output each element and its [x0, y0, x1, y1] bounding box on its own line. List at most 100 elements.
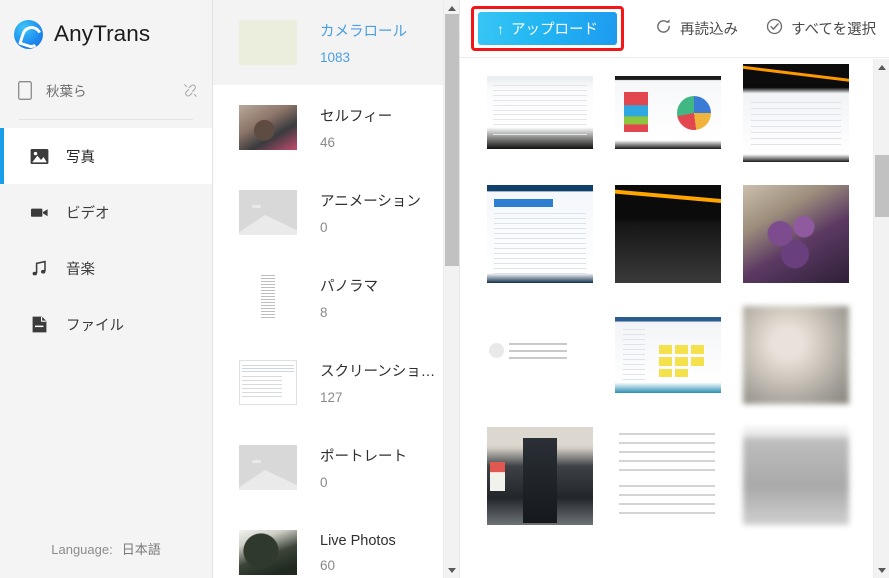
photo-thumbnail[interactable]: [743, 184, 849, 283]
toolbar: ↑ アップロード 再読込み すべてを選択: [460, 0, 889, 58]
photo-grid-cell[interactable]: [487, 173, 593, 294]
photo-thumbnail[interactable]: [487, 426, 593, 525]
music-note-icon: [30, 259, 49, 278]
photo-grid: [460, 59, 873, 578]
photo-grid-cell[interactable]: [743, 294, 849, 415]
album-meta: パノラマ 8: [320, 275, 378, 320]
photo-thumbnail[interactable]: [487, 76, 593, 149]
upload-button-label: アップロード: [511, 22, 598, 38]
brand-name: AnyTrans: [54, 21, 151, 46]
reload-button[interactable]: 再読込み: [655, 18, 738, 40]
album-thumbnail: [239, 530, 297, 575]
photo-grid-cell[interactable]: [487, 59, 593, 173]
album-count: 46: [320, 135, 336, 150]
language-value: 日本語: [121, 542, 161, 557]
unlink-icon[interactable]: [183, 83, 198, 98]
album-count: 127: [320, 390, 343, 405]
photo-thumbnail[interactable]: [615, 316, 721, 393]
album-thumbnail: [239, 445, 297, 490]
language-selector[interactable]: Language: 日本語: [0, 539, 212, 558]
sidebar-item-label: 音楽: [66, 261, 95, 278]
photo-grid-cell[interactable]: [743, 536, 849, 578]
upload-button[interactable]: ↑ アップロード: [478, 12, 617, 45]
sidebar-nav: 写真 ビデオ 音楽 ファイル: [0, 128, 212, 352]
photo-grid-cell[interactable]: [743, 59, 849, 173]
album-meta: Live Photos 60: [320, 533, 396, 573]
check-circle-icon: [766, 18, 783, 40]
album-scrollbar-thumb[interactable]: [445, 14, 459, 266]
album-scrollbar[interactable]: [443, 0, 459, 578]
album-count: 60: [320, 557, 336, 573]
photo-grid-scrollbar[interactable]: [873, 59, 889, 578]
scroll-up-arrow-icon[interactable]: [874, 59, 889, 75]
album-panel: カメラロール 1083 セルフィー 46 アニメーション 0 パノラマ 8 スクリーンショ… 12…: [213, 0, 460, 578]
album-title: パノラマ: [320, 279, 378, 295]
photo-grid-cell[interactable]: [487, 536, 593, 578]
sidebar-item-music[interactable]: 音楽: [0, 240, 212, 296]
album-thumbnail: [239, 360, 297, 405]
photo-thumbnail[interactable]: [615, 184, 721, 283]
album-count: 1083: [320, 50, 351, 65]
device-row[interactable]: 秋葉ら: [0, 68, 212, 112]
album-item[interactable]: Live Photos 60: [213, 510, 443, 578]
photo-grid-cell[interactable]: [743, 415, 849, 536]
photo-grid-cell[interactable]: [615, 59, 721, 173]
sidebar: AnyTrans 秋葉ら 写真 ビデオ 音楽 ファイル Language: 日本…: [0, 0, 213, 578]
album-thumbnail: [239, 20, 297, 65]
album-meta: スクリーンショ… 127: [320, 360, 435, 405]
album-count: 0: [320, 220, 328, 235]
upload-button-wrapper: ↑ アップロード: [468, 4, 627, 53]
album-item[interactable]: ポートレート 0: [213, 425, 443, 510]
album-meta: セルフィー 46: [320, 105, 392, 150]
sidebar-item-videos[interactable]: ビデオ: [0, 184, 212, 240]
photo-thumbnail[interactable]: [743, 426, 849, 525]
sidebar-item-label: ファイル: [66, 317, 124, 334]
photo-grid-cell[interactable]: [743, 173, 849, 294]
photo-thumbnail[interactable]: [743, 305, 849, 404]
sidebar-divider: [19, 119, 193, 120]
album-item[interactable]: パノラマ 8: [213, 255, 443, 340]
select-all-button[interactable]: すべてを選択: [766, 18, 876, 40]
photo-grid-scrollbar-thumb[interactable]: [875, 155, 889, 217]
language-label: Language:: [51, 542, 113, 557]
album-item[interactable]: カメラロール 1083: [213, 0, 443, 85]
album-title: スクリーンショ…: [320, 364, 436, 380]
reload-label: 再読込み: [680, 22, 738, 38]
photo-grid-cell[interactable]: [487, 294, 593, 415]
album-title: セルフィー: [320, 109, 393, 125]
sidebar-item-label: ビデオ: [66, 205, 110, 222]
album-count: 0: [320, 475, 328, 490]
upload-arrow-icon: ↑: [497, 20, 504, 37]
photo-grid-cell[interactable]: [615, 536, 721, 578]
video-camera-icon: [30, 203, 49, 222]
sidebar-item-files[interactable]: ファイル: [0, 296, 212, 352]
album-thumbnail: [239, 190, 297, 235]
album-meta: アニメーション 0: [320, 190, 421, 235]
main-panel: ↑ アップロード 再読込み すべてを選択: [460, 0, 889, 578]
album-title: アニメーション: [320, 194, 421, 210]
album-title: カメラロール: [320, 24, 407, 40]
file-document-icon: [30, 315, 49, 334]
album-thumbnail: [239, 105, 297, 150]
sidebar-item-photos[interactable]: 写真: [0, 128, 212, 184]
album-count: 8: [320, 305, 328, 320]
photo-thumbnail[interactable]: [743, 63, 849, 162]
album-item[interactable]: セルフィー 46: [213, 85, 443, 170]
select-all-label: すべてを選択: [791, 22, 877, 38]
photo-grid-cell[interactable]: [615, 173, 721, 294]
photo-thumbnail[interactable]: [615, 76, 721, 149]
photo-thumbnail[interactable]: [487, 339, 593, 370]
album-item[interactable]: スクリーンショ… 127: [213, 340, 443, 425]
album-title: Live Photos: [320, 532, 396, 549]
scroll-down-arrow-icon[interactable]: [444, 562, 459, 578]
photo-thumbnail[interactable]: [487, 184, 593, 283]
scroll-down-arrow-icon[interactable]: [874, 562, 889, 578]
device-name: 秋葉ら: [46, 84, 87, 99]
photo-grid-cell[interactable]: [615, 294, 721, 415]
album-item[interactable]: アニメーション 0: [213, 170, 443, 255]
photo-grid-cell[interactable]: [615, 415, 721, 536]
sidebar-item-label: 写真: [66, 149, 95, 166]
photo-grid-cell[interactable]: [487, 415, 593, 536]
album-meta: ポートレート 0: [320, 445, 407, 490]
photo-thumbnail[interactable]: [615, 426, 721, 525]
